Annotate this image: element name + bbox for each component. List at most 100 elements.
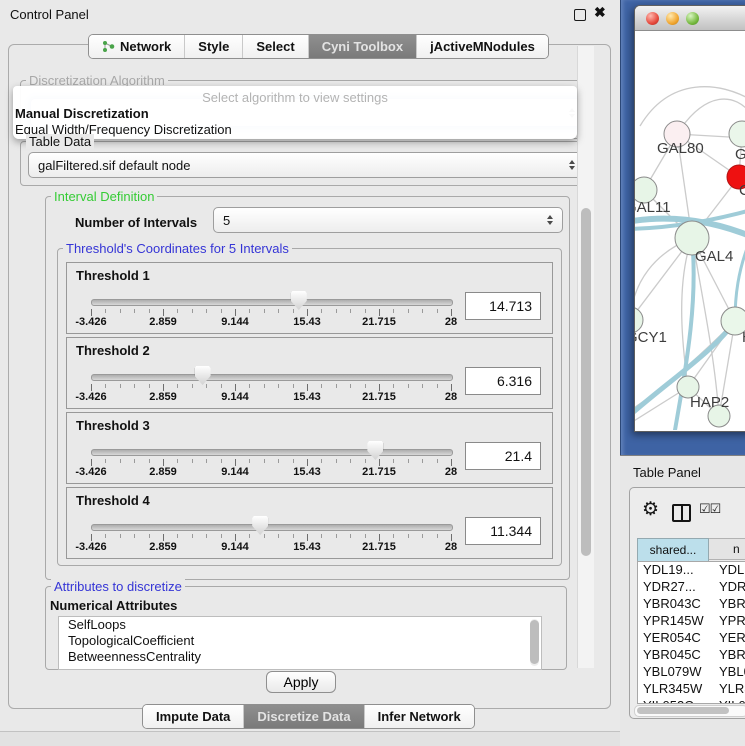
tab-network[interactable]: Network [89, 35, 184, 58]
network-node-label: GAL11 [635, 199, 671, 216]
slider-track[interactable] [91, 299, 453, 306]
table-row[interactable]: YDR27...YDR2 [638, 579, 745, 596]
table-row[interactable]: YBR043CYBR0 [638, 596, 745, 613]
table-data-value: galFiltered.sif default node [38, 158, 190, 173]
select-columns-checkboxes-icon[interactable]: ☑☑ [699, 501, 720, 517]
column-header-name[interactable]: n [709, 538, 745, 560]
table-row[interactable]: YDL19...YDL1 [638, 562, 745, 579]
minor-tick [321, 384, 322, 388]
minimize-traffic-icon[interactable] [666, 12, 679, 25]
cell-name: YIL0 [708, 698, 745, 704]
minor-tick [336, 384, 337, 388]
minor-tick [393, 384, 394, 388]
minor-tick [336, 309, 337, 313]
threshold-value-field[interactable]: 14.713 [465, 292, 541, 320]
minor-tick [134, 309, 135, 313]
table-row[interactable]: YBL079WYBL0 [638, 664, 745, 681]
tab-select[interactable]: Select [242, 35, 307, 58]
minor-tick [221, 459, 222, 463]
numerical-attributes-label: Numerical Attributes [50, 598, 177, 613]
attributes-group-label: Attributes to discretize [51, 579, 185, 594]
minor-tick [350, 384, 351, 388]
list-item[interactable]: BetweennessCentrality [59, 649, 541, 665]
table-row[interactable]: YBR045CYBR0 [638, 647, 745, 664]
major-tick [379, 459, 380, 466]
major-tick [307, 534, 308, 541]
major-tick [379, 384, 380, 391]
minor-tick [393, 534, 394, 538]
network-node-label: GAL80 [657, 140, 704, 157]
cell-name: YBR0 [708, 647, 745, 664]
minor-tick [192, 384, 193, 388]
minor-tick [177, 459, 178, 463]
cell-shared-name: YBR043C [638, 596, 708, 613]
list-item[interactable]: TopologicalCoefficient [59, 633, 541, 649]
combo-arrows-icon [547, 215, 553, 225]
table-row[interactable]: YIL052CYIL0 [638, 698, 745, 704]
minor-tick [264, 534, 265, 538]
slider-track[interactable] [91, 524, 453, 531]
tab-impute-data[interactable]: Impute Data [143, 705, 243, 728]
tab-style[interactable]: Style [184, 35, 242, 58]
zoom-traffic-icon[interactable] [686, 12, 699, 25]
threshold-value-field[interactable]: 11.344 [465, 517, 541, 545]
panel-scrollbar-thumb[interactable] [581, 208, 591, 556]
slider-thumb[interactable] [291, 291, 307, 310]
minor-tick [177, 534, 178, 538]
tab-cyni-toolbox[interactable]: Cyni Toolbox [308, 35, 416, 58]
close-traffic-icon[interactable] [646, 12, 659, 25]
major-tick [163, 534, 164, 541]
cell-shared-name: YDR27... [638, 579, 708, 596]
list-scrollbar[interactable] [530, 619, 539, 666]
table-body[interactable]: YDL19...YDL1YDR27...YDR2YBR043CYBR0YPR14… [637, 561, 745, 704]
minor-tick [422, 384, 423, 388]
network-view-window[interactable]: GAL80GACGAL11GAL4GCY1HHAP2 [634, 5, 745, 432]
slider-track[interactable] [91, 449, 453, 456]
network-node[interactable] [729, 121, 745, 147]
gear-icon[interactable]: ⚙ [642, 498, 659, 521]
cell-name: YDR2 [708, 579, 745, 596]
column-header-shared[interactable]: shared... [637, 538, 709, 562]
tick-label: 21.715 [362, 466, 396, 478]
number-of-intervals-combobox[interactable]: 5 [213, 207, 563, 233]
minor-tick [408, 309, 409, 313]
table-row[interactable]: YER054CYER0 [638, 630, 745, 647]
columns-icon[interactable] [672, 504, 691, 522]
threshold-value-field[interactable]: 6.316 [465, 367, 541, 395]
close-icon[interactable]: ✖ [594, 4, 606, 21]
list-item[interactable]: SelfLoops [59, 617, 541, 633]
minor-tick [365, 534, 366, 538]
slider-thumb[interactable] [195, 366, 211, 385]
apply-button[interactable]: Apply [266, 671, 336, 693]
slider-thumb[interactable] [367, 441, 383, 460]
tab-infer-network[interactable]: Infer Network [364, 705, 474, 728]
minor-tick [120, 459, 121, 463]
algorithm-option-manual[interactable]: Manual Discretization [15, 106, 149, 121]
table-row[interactable]: YPR145WYPR1 [638, 613, 745, 630]
minor-tick [293, 309, 294, 313]
interval-definition-label: Interval Definition [51, 189, 157, 204]
float-window-icon[interactable] [574, 9, 586, 21]
tab-jactivemnodules[interactable]: jActiveMNodules [416, 35, 548, 58]
network-canvas[interactable]: GAL80GACGAL11GAL4GCY1HHAP2 [635, 31, 745, 430]
cell-shared-name: YBL079W [638, 664, 708, 681]
minor-tick [350, 309, 351, 313]
minor-tick [350, 459, 351, 463]
threshold-value-field[interactable]: 21.4 [465, 442, 541, 470]
numerical-attributes-list[interactable]: SelfLoopsTopologicalCoefficientBetweenne… [58, 616, 542, 670]
slider-thumb[interactable] [252, 516, 268, 535]
threshold-coordinates-label: Threshold's Coordinates for 5 Intervals [63, 241, 292, 256]
tick-label: 21.715 [362, 391, 396, 403]
threshold-panel-3: Threshold 3-3.4262.8599.14415.4321.71528… [66, 412, 553, 484]
table-horizontal-scrollbar[interactable] [634, 705, 745, 717]
slider-track[interactable] [91, 374, 453, 381]
tick-label: 28 [445, 316, 457, 328]
tab-discretize-data[interactable]: Discretize Data [243, 705, 363, 728]
panel-scrollbar[interactable] [577, 46, 594, 668]
table-data-combobox[interactable]: galFiltered.sif default node [28, 152, 585, 178]
cell-shared-name: YBR045C [638, 647, 708, 664]
minor-tick [321, 459, 322, 463]
threshold-panel-4: Threshold 4-3.4262.8599.14415.4321.71528… [66, 487, 553, 559]
network-window-titlebar[interactable] [635, 6, 745, 31]
table-row[interactable]: YLR345WYLR3 [638, 681, 745, 698]
